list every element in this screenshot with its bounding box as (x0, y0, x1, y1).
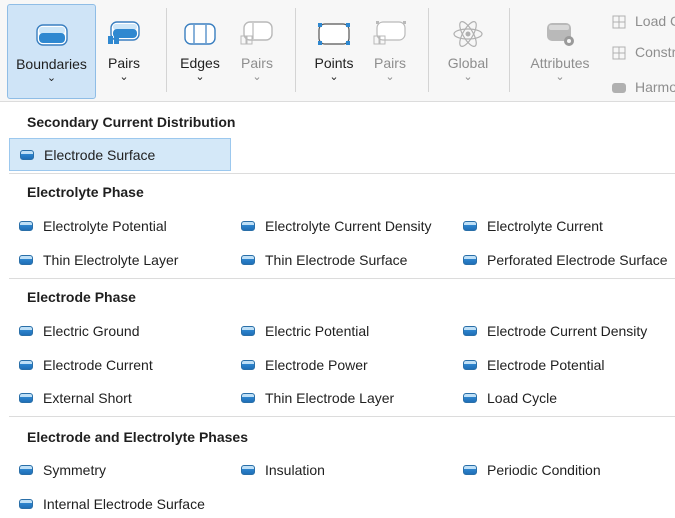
menu-item-internal-electrode-surface[interactable]: Internal Electrode Surface (19, 493, 205, 515)
grid-icon (612, 46, 626, 60)
attributes-button[interactable]: Attributes ⌄ (525, 4, 595, 99)
chevron-down-icon: ⌄ (555, 71, 565, 83)
menu-item-electrolyte-potential[interactable]: Electrolyte Potential (19, 215, 167, 237)
attributes-icon (543, 18, 577, 50)
edge-cylinder-icon (184, 18, 216, 50)
grid-icon (612, 15, 626, 29)
boundary-feature-icon (463, 221, 477, 231)
boundary-feature-icon (463, 255, 477, 265)
menu-item-electrolyte-current[interactable]: Electrolyte Current (463, 215, 603, 237)
boundary-feature-icon (463, 393, 477, 403)
menu-item-electric-potential[interactable]: Electric Potential (241, 320, 369, 342)
ribbon-toolbar: Boundaries ⌄ Pairs ⌄ Edges ⌄ Pairs ⌄ Poi… (0, 0, 675, 102)
section-title: Electrode and Electrolyte Phases (27, 429, 248, 445)
boundary-feature-icon (19, 221, 33, 231)
ribbon-separator (428, 8, 429, 92)
divider (9, 278, 675, 279)
menu-item-perforated-electrode-surface[interactable]: Perforated Electrode Surface (463, 249, 668, 271)
boundary-cylinder-icon (35, 19, 68, 51)
menu-item-electrode-power[interactable]: Electrode Power (241, 354, 368, 376)
chevron-down-icon: ⌄ (385, 71, 395, 83)
menu-item-external-short[interactable]: External Short (19, 387, 132, 409)
point-pairs-button[interactable]: Pairs ⌄ (368, 4, 412, 99)
menu-item-load-cycle[interactable]: Load Cycle (463, 387, 557, 409)
boundary-feature-icon (241, 393, 255, 403)
menu-item-electrode-potential[interactable]: Electrode Potential (463, 354, 605, 376)
chevron-down-icon: ⌄ (195, 71, 205, 83)
menu-item-thin-electrode-surface[interactable]: Thin Electrode Surface (241, 249, 407, 271)
boundary-feature-icon (19, 255, 33, 265)
edges-button[interactable]: Edges ⌄ (176, 4, 224, 99)
menu-item-electrode-current-density[interactable]: Electrode Current Density (463, 320, 647, 342)
divider (9, 416, 675, 417)
boundary-feature-icon (19, 393, 33, 403)
chevron-down-icon: ⌄ (119, 71, 129, 83)
boundary-feature-icon (463, 360, 477, 370)
point-cylinder-icon (317, 18, 351, 50)
menu-item-symmetry[interactable]: Symmetry (19, 459, 106, 481)
boundary-feature-icon (241, 255, 255, 265)
ribbon-separator (166, 8, 167, 92)
menu-item-electrolyte-current-density[interactable]: Electrolyte Current Density (241, 215, 432, 237)
harmonic-button[interactable]: Harmo (612, 77, 675, 97)
points-button[interactable]: Points ⌄ (308, 4, 360, 99)
constraints-button[interactable]: Constr (612, 42, 675, 62)
boundary-icon (612, 81, 626, 93)
menu-item-thin-electrolyte-layer[interactable]: Thin Electrolyte Layer (19, 249, 178, 271)
chevron-down-icon: ⌄ (46, 72, 57, 84)
section-title: Secondary Current Distribution (27, 114, 236, 130)
section-title: Electrode Phase (27, 289, 136, 305)
divider (9, 173, 675, 174)
menu-item-thin-electrode-layer[interactable]: Thin Electrode Layer (241, 387, 394, 409)
boundary-pair-icon (107, 18, 141, 50)
boundary-feature-icon (463, 326, 477, 336)
menu-item-periodic-condition[interactable]: Periodic Condition (463, 459, 601, 481)
menu-item-electrode-surface[interactable]: Electrode Surface (9, 138, 231, 171)
edge-pair-icon (240, 18, 274, 50)
section-title: Electrolyte Phase (27, 184, 144, 200)
point-pair-icon (373, 18, 407, 50)
chevron-down-icon: ⌄ (252, 71, 262, 83)
chevron-down-icon: ⌄ (463, 71, 473, 83)
boundaries-button[interactable]: Boundaries ⌄ (7, 4, 96, 99)
load-cycle-button[interactable]: Load C (612, 11, 675, 31)
boundary-feature-icon (19, 326, 33, 336)
boundary-pairs-button[interactable]: Pairs ⌄ (102, 4, 146, 99)
boundary-feature-icon (19, 360, 33, 370)
boundary-feature-icon (241, 360, 255, 370)
boundary-feature-icon (19, 465, 33, 475)
boundary-feature-icon (463, 465, 477, 475)
atom-icon (452, 18, 484, 50)
menu-item-insulation[interactable]: Insulation (241, 459, 325, 481)
boundary-feature-icon (19, 499, 33, 509)
boundary-feature-icon (241, 465, 255, 475)
boundary-feature-icon (241, 326, 255, 336)
ribbon-separator (295, 8, 296, 92)
ribbon-separator (509, 8, 510, 92)
chevron-down-icon: ⌄ (329, 71, 339, 83)
edge-pairs-button[interactable]: Pairs ⌄ (235, 4, 279, 99)
global-button[interactable]: Global ⌄ (441, 4, 495, 99)
boundary-feature-icon (241, 221, 255, 231)
boundary-feature-icon (20, 149, 34, 160)
menu-item-electric-ground[interactable]: Electric Ground (19, 320, 139, 342)
menu-item-electrode-current[interactable]: Electrode Current (19, 354, 153, 376)
